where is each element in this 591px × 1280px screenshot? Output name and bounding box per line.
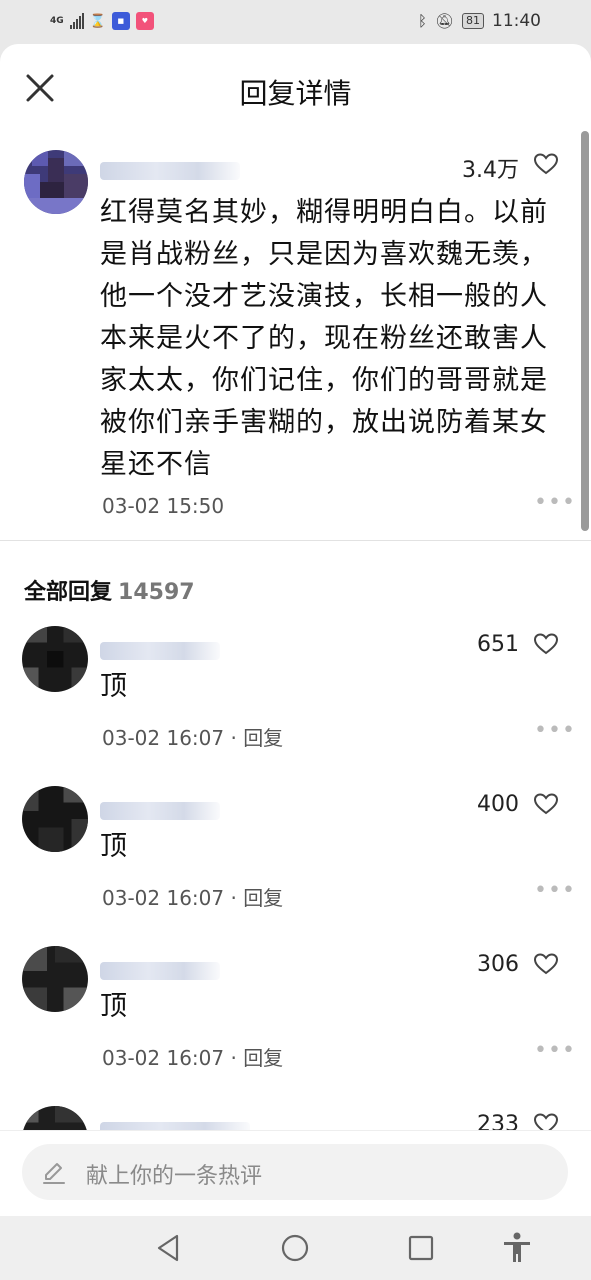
comment-input[interactable]: 献上你的一条热评 <box>22 1144 568 1200</box>
username-blurred[interactable] <box>100 162 240 180</box>
mute-icon: 🔕︎ <box>434 12 454 30</box>
like-count: 651 <box>477 632 519 657</box>
username-blurred[interactable] <box>100 642 220 660</box>
bluetooth-icon: ᛒ <box>417 12 427 30</box>
avatar[interactable] <box>22 946 88 1012</box>
more-options-icon[interactable]: ••• <box>534 490 576 515</box>
more-options-icon[interactable]: ••• <box>534 1038 576 1063</box>
heart-icon[interactable] <box>533 152 559 176</box>
reply-text: 顶 <box>100 991 127 1022</box>
comment-time: 03-02 15:50 <box>102 494 225 518</box>
accessibility-icon[interactable] <box>499 1230 535 1266</box>
hourglass-icon: ⌛ <box>89 13 106 29</box>
all-replies-label: 全部回复 <box>24 580 113 605</box>
system-nav-bar <box>0 1216 591 1280</box>
reply-text: 顶 <box>100 671 127 702</box>
avatar[interactable] <box>22 786 88 852</box>
header: 回复详情 <box>0 44 591 132</box>
recents-icon[interactable] <box>403 1230 439 1266</box>
main-comment: 3.4万 红得莫名其妙，糊得明明白白。以前是肖战粉丝，只是因为喜欢魏无羡，他一个… <box>0 132 591 540</box>
avatar[interactable] <box>24 150 88 214</box>
clock: 11:40 <box>492 11 541 31</box>
reply-item: 651 顶 03-02 16:07 · 回复 ••• <box>0 620 591 780</box>
comment-input-placeholder: 献上你的一条热评 <box>86 1164 263 1189</box>
battery-indicator: 81 <box>462 13 484 29</box>
home-icon[interactable] <box>277 1230 313 1266</box>
reply-meta: 03-02 16:07 · 回复 <box>102 886 284 910</box>
signal-icon <box>69 13 84 29</box>
heart-icon[interactable] <box>533 792 559 816</box>
all-replies-header: 全部回复 14597 <box>24 574 195 606</box>
heart-icon[interactable] <box>533 632 559 656</box>
page-title: 回复详情 <box>239 77 352 110</box>
all-replies-count: 14597 <box>118 580 195 605</box>
comment-text: 红得莫名其妙，糊得明明白白。以前是肖战粉丝，只是因为喜欢魏无羡，他一个没才艺没演… <box>100 197 548 480</box>
reply-time: 03-02 16:07 <box>102 1046 225 1070</box>
reply-meta: 03-02 16:07 · 回复 <box>102 1046 284 1070</box>
reply-button[interactable]: 回复 <box>243 886 283 910</box>
status-left: 4G ⌛ ■ ♥ <box>50 12 154 30</box>
heart-icon[interactable] <box>533 952 559 976</box>
reply-detail-sheet: 回复详情 3.4万 红得莫名其妙，糊得明明白白。以前是肖战粉丝，只是因为喜欢魏无… <box>0 44 591 1216</box>
divider <box>0 540 591 541</box>
reply-item: 400 顶 03-02 16:07 · 回复 ••• <box>0 780 591 940</box>
reply-button[interactable]: 回复 <box>243 1046 283 1070</box>
back-icon[interactable] <box>151 1230 187 1266</box>
username-blurred[interactable] <box>100 962 220 980</box>
avatar[interactable] <box>22 626 88 692</box>
status-bar: 4G ⌛ ■ ♥ ᛒ 🔕︎ 81 11:40 <box>0 0 591 44</box>
network-type: 4G <box>50 16 64 26</box>
reply-time: 03-02 16:07 <box>102 726 225 750</box>
like-count: 306 <box>477 952 519 977</box>
app-notification-icon: ■ <box>111 12 130 30</box>
status-right: ᛒ 🔕︎ 81 11:40 <box>418 11 541 31</box>
pen-icon <box>43 1163 65 1184</box>
reply-meta: 03-02 16:07 · 回复 <box>102 726 284 750</box>
reply-text: 顶 <box>100 831 127 862</box>
reply-item: 306 顶 03-02 16:07 · 回复 ••• <box>0 940 591 1100</box>
like-count: 3.4万 <box>462 158 519 183</box>
reply-time: 03-02 16:07 <box>102 886 225 910</box>
reply-button[interactable]: 回复 <box>243 726 283 750</box>
screen: 4G ⌛ ■ ♥ ᛒ 🔕︎ 81 11:40 回复详情 3.4万 红得莫名其妙，… <box>0 0 591 1280</box>
username-blurred[interactable] <box>100 802 220 820</box>
more-options-icon[interactable]: ••• <box>534 718 576 743</box>
like-count: 400 <box>477 792 519 817</box>
app-notification-icon-2: ♥ <box>135 12 154 30</box>
more-options-icon[interactable]: ••• <box>534 878 576 903</box>
